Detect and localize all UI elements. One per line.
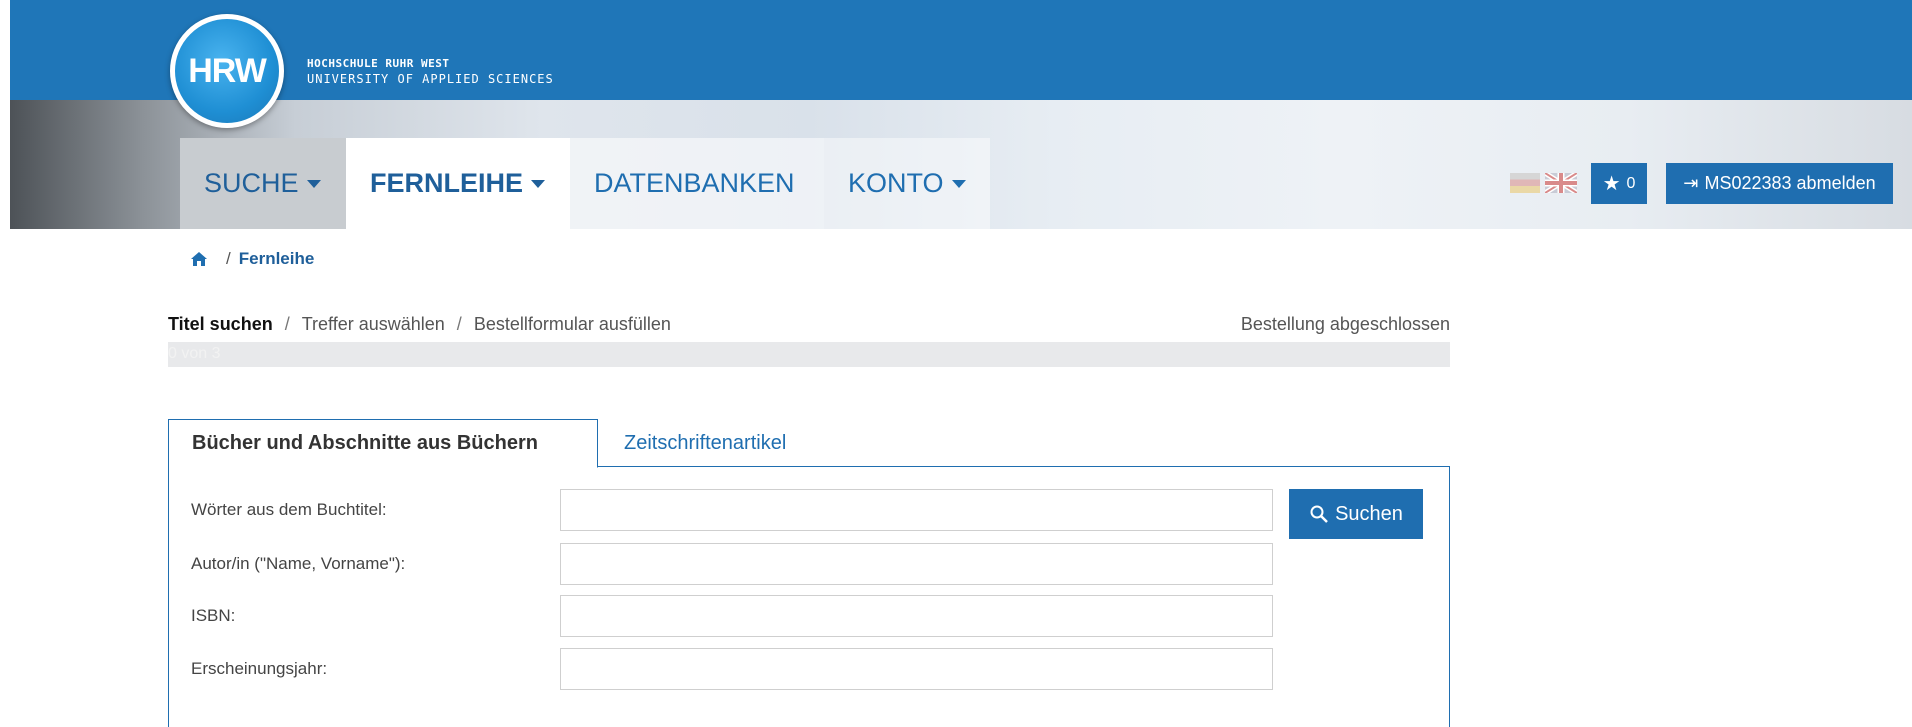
caret-down-icon bbox=[306, 179, 321, 188]
search-form-panel: Wörter aus dem Buchtitel: Autor/in ("Nam… bbox=[168, 467, 1450, 727]
search-icon bbox=[1310, 505, 1328, 523]
sign-out-icon: ⇥ bbox=[1683, 173, 1699, 193]
uk-flag-icon[interactable] bbox=[1545, 173, 1577, 193]
isbn-field-label: ISBN: bbox=[191, 606, 236, 625]
brand-text: HOCHSCHULE RUHR WEST UNIVERSITY OF APPLI… bbox=[307, 57, 554, 86]
german-flag-icon[interactable] bbox=[1510, 173, 1540, 193]
author-input[interactable] bbox=[560, 543, 1273, 585]
step-treffer-auswaehlen: Treffer auswählen bbox=[301, 314, 445, 334]
nav-label-suche: SUCHE bbox=[204, 168, 299, 198]
header-top-bar bbox=[10, 0, 1912, 100]
favorites-button[interactable]: ★ 0 bbox=[1591, 163, 1647, 204]
tab-articles-label: Zeitschriftenartikel bbox=[624, 431, 787, 454]
logo-text: HRW bbox=[188, 51, 267, 90]
nav-item-suche[interactable]: SUCHE bbox=[180, 138, 346, 229]
step-bestellformular: Bestellformular ausfüllen bbox=[473, 314, 671, 334]
logout-label: MS022383 abmelden bbox=[1704, 173, 1876, 193]
form-row-author: Autor/in ("Name, Vorname"): bbox=[191, 543, 1291, 585]
search-button[interactable]: Suchen bbox=[1289, 489, 1423, 539]
hrw-logo[interactable]: HRW bbox=[170, 14, 284, 128]
search-button-label: Suchen bbox=[1335, 502, 1403, 525]
tab-books-label: Bücher und Abschnitte aus Büchern bbox=[192, 432, 538, 454]
nav-label-fernleihe: FERNLEIHE bbox=[370, 168, 524, 198]
breadcrumb-current: Fernleihe bbox=[238, 249, 315, 268]
tab-articles[interactable]: Zeitschriftenartikel bbox=[624, 419, 786, 467]
year-input[interactable] bbox=[560, 648, 1273, 690]
progress-text: 0 von 3 bbox=[168, 345, 221, 362]
search-tabs: Bücher und Abschnitte aus Büchern Zeitsc… bbox=[168, 419, 1450, 468]
star-icon: ★ bbox=[1602, 173, 1621, 195]
logout-button[interactable]: ⇥ MS022383 abmelden bbox=[1666, 163, 1893, 204]
title-input[interactable] bbox=[560, 489, 1273, 531]
breadcrumb-separator: / bbox=[226, 249, 231, 268]
order-steps: Titel suchen / Treffer auswählen / Beste… bbox=[168, 314, 1450, 335]
step-titel-suchen: Titel suchen bbox=[168, 314, 273, 334]
author-field-label: Autor/in ("Name, Vorname"): bbox=[191, 554, 406, 573]
nav-item-konto[interactable]: KONTO bbox=[824, 138, 990, 229]
form-row-isbn: ISBN: bbox=[191, 595, 1291, 637]
step-separator: / bbox=[284, 314, 290, 334]
breadcrumb: / Fernleihe bbox=[190, 249, 314, 269]
form-row-title: Wörter aus dem Buchtitel: bbox=[191, 489, 1291, 531]
year-field-label: Erscheinungsjahr: bbox=[191, 659, 328, 678]
tab-books[interactable]: Bücher und Abschnitte aus Büchern bbox=[168, 419, 598, 468]
brand-line-2: UNIVERSITY OF APPLIED SCIENCES bbox=[307, 72, 554, 86]
caret-down-icon bbox=[531, 179, 546, 188]
isbn-input[interactable] bbox=[560, 595, 1273, 637]
brand-line-1: HOCHSCHULE RUHR WEST bbox=[307, 57, 450, 70]
nav-item-fernleihe[interactable]: FERNLEIHE bbox=[346, 138, 570, 229]
nav-label-konto: KONTO bbox=[848, 168, 944, 198]
nav-label-datenbanken: DATENBANKEN bbox=[594, 168, 795, 198]
step-bestellung-abgeschlossen: Bestellung abgeschlossen bbox=[1240, 314, 1450, 334]
title-field-label: Wörter aus dem Buchtitel: bbox=[191, 500, 387, 519]
progress-bar: 0 von 3 bbox=[168, 342, 1450, 367]
nav-item-datenbanken[interactable]: DATENBANKEN bbox=[570, 138, 824, 229]
form-row-year: Erscheinungsjahr: bbox=[191, 648, 1291, 690]
main-nav: SUCHE FERNLEIHE DATENBANKEN KONTO bbox=[180, 138, 990, 229]
home-icon[interactable] bbox=[190, 250, 208, 268]
caret-down-icon bbox=[951, 179, 966, 188]
favorites-count: 0 bbox=[1626, 174, 1636, 192]
step-separator: / bbox=[456, 314, 462, 334]
site-header: HRW HOCHSCHULE RUHR WEST UNIVERSITY OF A… bbox=[10, 0, 1912, 229]
